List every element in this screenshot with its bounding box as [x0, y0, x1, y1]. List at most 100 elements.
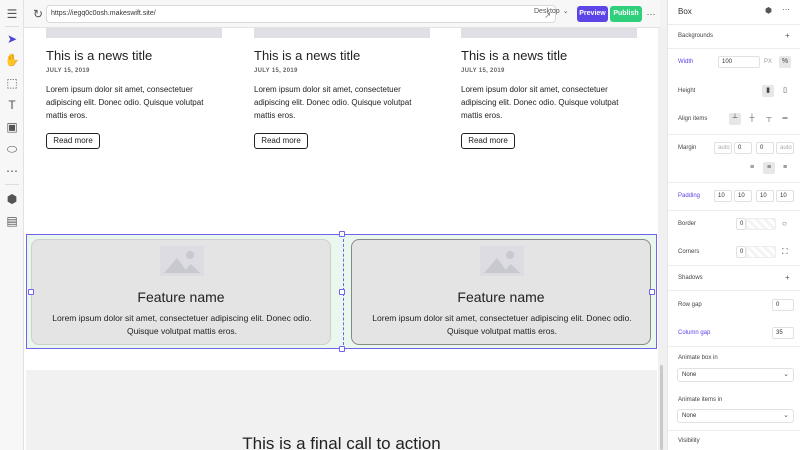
margin-top-input[interactable]: auto: [714, 142, 732, 154]
resize-handle-bottom[interactable]: [339, 346, 345, 352]
news-date[interactable]: JULY 15, 2019: [254, 68, 298, 74]
layout-icon[interactable]: ▤: [4, 213, 20, 229]
news-image[interactable]: [254, 28, 430, 38]
news-title[interactable]: This is a news title: [461, 48, 567, 63]
divider: [668, 134, 800, 135]
feature-title[interactable]: Feature name: [352, 289, 650, 305]
gap-handle[interactable]: [339, 289, 345, 295]
row-gap-input[interactable]: 0: [772, 299, 794, 311]
news-body[interactable]: Lorem ipsum dolor sit amet, consectetuer…: [254, 83, 434, 122]
scrollbar-thumb[interactable]: [660, 365, 663, 450]
padding-right-input[interactable]: 10: [734, 190, 752, 202]
animate-items-value: None: [682, 413, 697, 419]
margin-left-input[interactable]: auto: [776, 142, 794, 154]
toolbar-divider: [5, 184, 19, 185]
read-more-button[interactable]: Read more: [461, 133, 515, 149]
margin-bottom-input[interactable]: 0: [756, 142, 774, 154]
hand-tool-icon[interactable]: ✋: [4, 52, 20, 68]
border-color-swatch[interactable]: [746, 218, 776, 230]
feature-title[interactable]: Feature name: [32, 289, 330, 305]
feature-card[interactable]: Feature name Lorem ipsum dolor sit amet,…: [351, 239, 651, 345]
align-stretch-icon[interactable]: ═: [779, 113, 791, 125]
animate-box-select[interactable]: None ⌄: [677, 368, 794, 382]
row-gap-label: Row gap: [678, 302, 702, 308]
corners-slider[interactable]: [746, 246, 776, 258]
resize-handle-left[interactable]: [28, 289, 34, 295]
add-shadow-icon[interactable]: +: [785, 273, 790, 282]
height-label: Height: [678, 88, 696, 94]
padding-bottom-input[interactable]: 10: [756, 190, 774, 202]
height-stretch-icon[interactable]: ▯: [779, 85, 791, 97]
image-placeholder-icon: [160, 246, 204, 276]
chevron-down-icon: ⌄: [783, 371, 789, 378]
chevron-down-icon: ⌄: [562, 8, 569, 15]
news-body[interactable]: Lorem ipsum dolor sit amet, consectetuer…: [46, 83, 226, 122]
news-date[interactable]: JULY 15, 2019: [46, 68, 90, 74]
divider: [668, 430, 800, 431]
feature-body[interactable]: Lorem ipsum dolor sit amet, consectetuer…: [358, 312, 646, 338]
resize-handle-right[interactable]: [649, 289, 655, 295]
url-bar[interactable]: https://iegq0c0osh.makeswift.site/ ↗: [46, 5, 556, 23]
panel-toggle-icon[interactable]: ☰: [4, 6, 20, 22]
align-middle-icon[interactable]: ┼: [746, 113, 758, 125]
height-auto-icon[interactable]: ▮: [762, 85, 774, 97]
image-placeholder-icon: [480, 246, 524, 276]
news-body[interactable]: Lorem ipsum dolor sit amet, consectetuer…: [461, 83, 641, 122]
width-input[interactable]: 100: [718, 56, 760, 68]
align-bottom-icon[interactable]: ┬: [763, 113, 775, 125]
news-title[interactable]: This is a news title: [46, 48, 152, 63]
margin-right-input[interactable]: 0: [734, 142, 752, 154]
image-tool-icon[interactable]: ▣: [4, 119, 20, 135]
padding-left-input[interactable]: 10: [776, 190, 794, 202]
text-tool-icon[interactable]: T: [4, 97, 20, 113]
border-style-icon[interactable]: ○: [782, 219, 787, 228]
add-background-icon[interactable]: +: [785, 31, 790, 40]
align-top-icon[interactable]: ┴: [729, 113, 741, 125]
feature-card[interactable]: Feature name Lorem ipsum dolor sit amet,…: [31, 239, 331, 345]
selected-box[interactable]: Feature name Lorem ipsum dolor sit amet,…: [26, 231, 657, 352]
animate-items-select[interactable]: None ⌄: [677, 409, 794, 423]
box-tool-icon[interactable]: ⬚: [4, 75, 20, 91]
corners-expand-icon[interactable]: ⛶: [782, 247, 788, 257]
feature-body[interactable]: Lorem ipsum dolor sit amet, consectetuer…: [38, 312, 326, 338]
more-tools-icon[interactable]: ⋯: [4, 163, 20, 179]
page-canvas[interactable]: This is a news title JULY 15, 2019 Lorem…: [24, 28, 660, 450]
px-unit-toggle[interactable]: PX: [764, 59, 772, 65]
news-date[interactable]: JULY 15, 2019: [461, 68, 505, 74]
align-left-icon[interactable]: ≡: [746, 162, 758, 174]
resize-handle-top[interactable]: [339, 231, 345, 237]
components-icon[interactable]: ⬢: [4, 191, 20, 207]
align-center-icon[interactable]: ≡: [763, 162, 775, 174]
news-title[interactable]: This is a news title: [254, 48, 360, 63]
news-image[interactable]: [461, 28, 637, 38]
preview-button[interactable]: Preview: [577, 6, 608, 22]
final-cta-title[interactable]: This is a final call to action: [26, 434, 657, 450]
reload-icon[interactable]: ↻: [30, 6, 46, 22]
toolbar-divider: [5, 26, 19, 27]
align-right-icon[interactable]: ≡: [779, 162, 791, 174]
button-tool-icon[interactable]: ⬭: [4, 141, 20, 157]
divider: [668, 48, 800, 49]
column-gap-input[interactable]: 35: [772, 327, 794, 339]
percent-unit-toggle[interactable]: %: [779, 56, 791, 68]
properties-panel: Box ⬢ ⋯ Backgrounds + Width 100 PX % Hei…: [667, 0, 800, 450]
publish-button[interactable]: Publish: [610, 6, 642, 22]
select-tool-icon[interactable]: ➤: [4, 31, 20, 47]
url-text: https://iegq0c0osh.makeswift.site/: [51, 10, 156, 17]
component-icon[interactable]: ⬢: [765, 6, 772, 15]
read-more-button[interactable]: Read more: [46, 133, 100, 149]
border-input[interactable]: 0: [736, 218, 746, 230]
divider: [668, 24, 800, 25]
panel-more-icon[interactable]: ⋯: [782, 5, 790, 14]
corners-input[interactable]: 0: [736, 246, 746, 258]
divider: [668, 210, 800, 211]
more-options-icon[interactable]: ⋯: [644, 6, 658, 22]
news-image[interactable]: [46, 28, 222, 38]
final-section[interactable]: This is a final call to action: [26, 370, 657, 450]
device-label: Desktop: [534, 8, 560, 15]
read-more-button[interactable]: Read more: [254, 133, 308, 149]
padding-top-input[interactable]: 10: [714, 190, 732, 202]
device-select[interactable]: Desktop ⌄: [534, 7, 569, 15]
margin-label: Margin: [678, 145, 697, 151]
animate-box-value: None: [682, 372, 697, 378]
